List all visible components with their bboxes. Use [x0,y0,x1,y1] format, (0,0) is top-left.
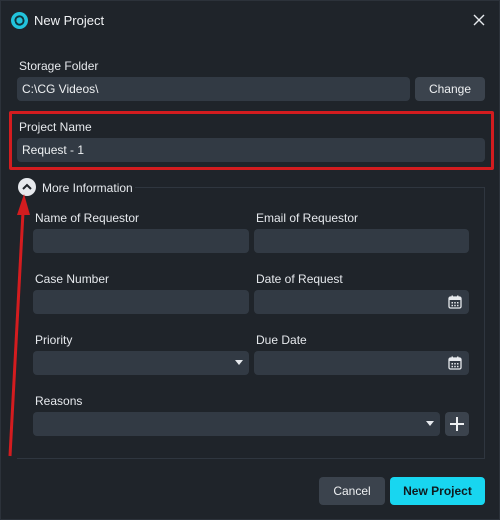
reasons-select[interactable] [33,412,440,436]
storage-folder-value: C:\CG Videos\ [22,82,99,96]
due-date-field[interactable] [254,351,469,375]
reasons-label: Reasons [35,394,83,408]
priority-label: Priority [35,333,73,347]
date-of-request-label: Date of Request [256,272,343,286]
change-folder-button[interactable]: Change [415,77,485,101]
cancel-button[interactable]: Cancel [319,477,385,505]
case-number-label: Case Number [35,272,110,286]
dropdown-caret-icon [235,360,243,365]
priority-select[interactable] [33,351,249,375]
add-reason-button[interactable] [445,412,469,436]
case-number-field[interactable] [33,290,249,314]
dropdown-caret-icon [426,421,434,426]
section-divider [135,187,485,188]
storage-folder-field[interactable]: C:\CG Videos\ [17,77,410,101]
dialog-title: New Project [34,13,105,28]
due-date-label: Due Date [256,333,307,347]
requestor-email-field[interactable] [254,229,469,253]
title-bar: New Project [1,1,500,41]
storage-folder-label: Storage Folder [19,59,99,73]
chevron-up-icon [22,183,32,190]
close-icon[interactable] [471,12,487,28]
calendar-icon[interactable] [447,294,463,310]
date-of-request-field[interactable] [254,290,469,314]
project-name-field[interactable]: Request - 1 [17,138,485,162]
requestor-name-label: Name of Requestor [35,211,140,225]
project-name-value: Request - 1 [22,143,85,157]
project-name-label: Project Name [19,120,92,134]
requestor-name-field[interactable] [33,229,249,253]
more-information-label: More Information [42,181,133,195]
calendar-icon[interactable] [447,355,463,371]
new-project-button[interactable]: New Project [390,477,485,505]
requestor-email-label: Email of Requestor [256,211,359,225]
app-logo-icon [11,12,28,29]
new-project-dialog: New Project Storage Folder C:\CG Videos\… [0,0,500,520]
collapse-toggle-button[interactable] [18,178,36,196]
